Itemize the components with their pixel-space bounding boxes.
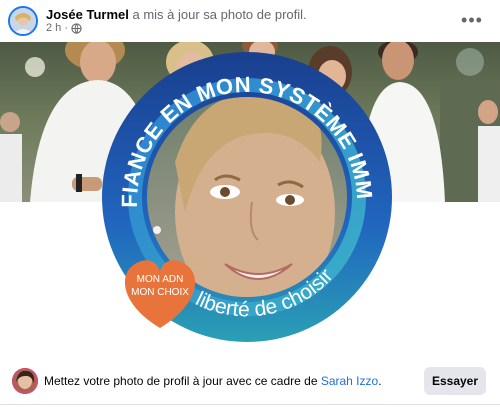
creator-link[interactable]: Sarah Izzo	[321, 374, 378, 388]
more-horizontal-icon: •••	[461, 9, 483, 30]
post-author-line: Josée Turmel a mis à jour sa photo de pr…	[46, 7, 307, 22]
post-header: Josée Turmel a mis à jour sa photo de pr…	[0, 0, 500, 40]
profile-frame-area: J'AI CONFIANCE EN MON SYSTÈME IMMUNITAIR…	[0, 22, 500, 342]
frame-prompt-footer: Mettez votre photo de profil à jour avec…	[0, 360, 500, 400]
try-frame-button[interactable]: Essayer	[424, 367, 486, 395]
author-avatar[interactable]	[8, 6, 38, 36]
heart-text-line1: MON ADN	[137, 274, 184, 285]
frame-prompt-period: .	[378, 374, 382, 388]
frame-prompt-text: Mettez votre photo de profil à jour avec…	[44, 374, 382, 388]
more-options-button[interactable]: •••	[458, 8, 486, 32]
post-action-text: a mis à jour sa photo de profil.	[132, 7, 307, 22]
profile-frame[interactable]: J'AI CONFIANCE EN MON SYSTÈME IMMUNITAIR…	[0, 22, 500, 342]
frame-prompt-label: Mettez votre photo de profil à jour avec…	[44, 374, 321, 388]
divider	[0, 404, 500, 405]
post-meta: 2 h ·	[46, 22, 82, 34]
creator-avatar[interactable]	[12, 368, 38, 394]
post-timestamp[interactable]: 2 h ·	[46, 22, 68, 34]
globe-icon	[71, 22, 82, 34]
heart-text-line2: MON CHOIX	[131, 287, 189, 298]
author-name[interactable]: Josée Turmel	[46, 7, 129, 22]
